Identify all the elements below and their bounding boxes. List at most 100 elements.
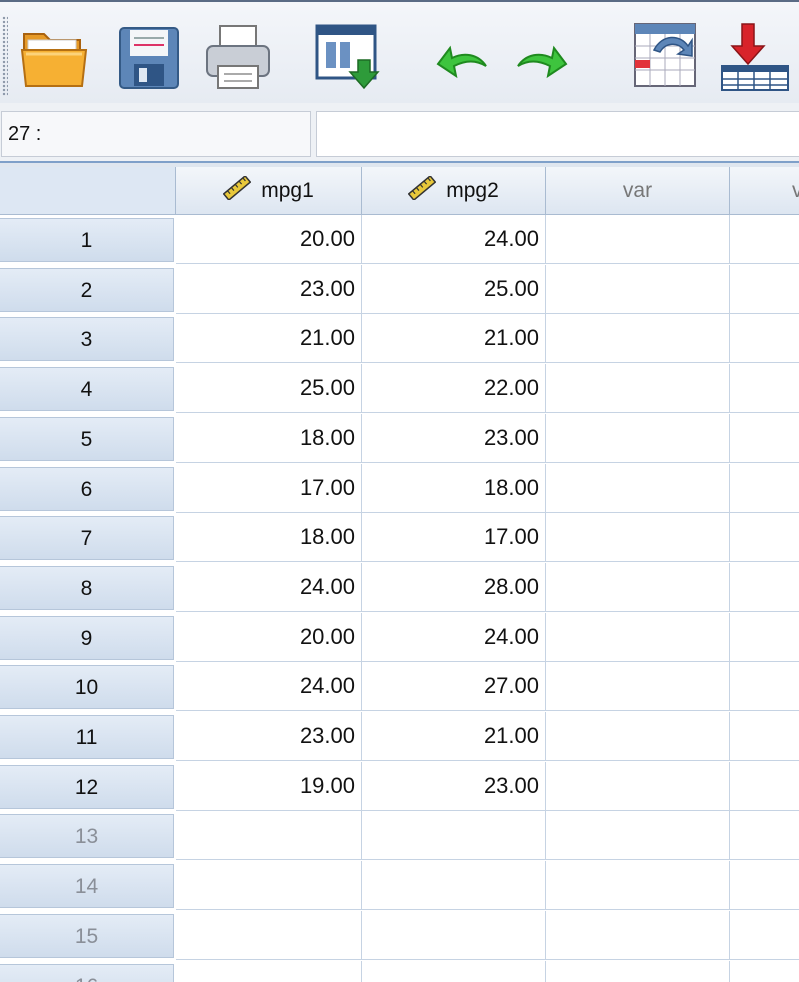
- cell-mpg2[interactable]: 18.00: [362, 464, 546, 513]
- cell-mpg1[interactable]: 23.00: [176, 712, 362, 761]
- row-header[interactable]: 12: [0, 765, 174, 809]
- cell-empty[interactable]: [730, 861, 799, 910]
- data-view-grid: mpg1 mpg2 var v 1 20.00 24.00 2 23.00 25.00 3 2…: [0, 167, 799, 982]
- column-header-var-partial[interactable]: v: [730, 167, 799, 215]
- open-icon: [20, 33, 88, 87]
- cell-mpg1[interactable]: 19.00: [176, 762, 362, 811]
- cell-empty[interactable]: [730, 265, 799, 314]
- cell-empty[interactable]: [546, 961, 730, 982]
- row-header[interactable]: 15: [0, 914, 174, 958]
- row-header[interactable]: 8: [0, 566, 174, 610]
- cell-empty[interactable]: [546, 662, 730, 711]
- cell-reference-box[interactable]: 27 :: [1, 111, 311, 157]
- cell-empty[interactable]: [730, 414, 799, 463]
- cell-mpg1[interactable]: 25.00: [176, 364, 362, 413]
- cell-mpg1[interactable]: [176, 961, 362, 982]
- cell-mpg1[interactable]: 17.00: [176, 464, 362, 513]
- row-header[interactable]: 13: [0, 814, 174, 858]
- cell-mpg2[interactable]: 22.00: [362, 364, 546, 413]
- row-header[interactable]: 1: [0, 218, 174, 262]
- cell-mpg1[interactable]: 24.00: [176, 563, 362, 612]
- goto-case-button[interactable]: [632, 20, 702, 94]
- cell-empty[interactable]: [730, 464, 799, 513]
- recall-dialog-button[interactable]: [314, 20, 384, 94]
- cell-empty[interactable]: [546, 762, 730, 811]
- column-header-mpg1[interactable]: mpg1: [176, 167, 362, 215]
- cell-empty[interactable]: [546, 314, 730, 363]
- cell-mpg2[interactable]: 24.00: [362, 613, 546, 662]
- row-header[interactable]: 9: [0, 616, 174, 660]
- cell-mpg2[interactable]: 21.00: [362, 712, 546, 761]
- cell-empty[interactable]: [546, 513, 730, 562]
- cell-mpg2[interactable]: 17.00: [362, 513, 546, 562]
- cell-empty[interactable]: [546, 464, 730, 513]
- cell-mpg2[interactable]: 24.00: [362, 215, 546, 264]
- cell-mpg1[interactable]: 21.00: [176, 314, 362, 363]
- goto-variable-button[interactable]: [720, 20, 799, 94]
- open-button[interactable]: [18, 20, 98, 94]
- cell-mpg2[interactable]: [362, 811, 546, 860]
- row-header[interactable]: 14: [0, 864, 174, 908]
- row-header[interactable]: 11: [0, 715, 174, 759]
- cell-empty[interactable]: [730, 563, 799, 612]
- cell-mpg1[interactable]: 23.00: [176, 265, 362, 314]
- row-header[interactable]: 4: [0, 367, 174, 411]
- toolbar-grip[interactable]: [2, 16, 8, 96]
- cell-empty[interactable]: [546, 861, 730, 910]
- goto-case-icon: [634, 23, 696, 87]
- save-button[interactable]: [118, 20, 184, 94]
- cell-mpg1[interactable]: 20.00: [176, 215, 362, 264]
- cell-mpg2[interactable]: 25.00: [362, 265, 546, 314]
- cell-empty[interactable]: [730, 613, 799, 662]
- cell-mpg2[interactable]: [362, 911, 546, 960]
- cell-empty[interactable]: [730, 513, 799, 562]
- cell-mpg1[interactable]: 24.00: [176, 662, 362, 711]
- cell-empty[interactable]: [546, 265, 730, 314]
- cell-empty[interactable]: [730, 961, 799, 982]
- row-header[interactable]: 6: [0, 467, 174, 511]
- row-header[interactable]: 5: [0, 417, 174, 461]
- cell-mpg2[interactable]: [362, 861, 546, 910]
- cell-empty[interactable]: [546, 613, 730, 662]
- cell-empty[interactable]: [546, 364, 730, 413]
- column-header-mpg2[interactable]: mpg2: [362, 167, 546, 215]
- cell-mpg1[interactable]: [176, 861, 362, 910]
- cell-empty[interactable]: [730, 811, 799, 860]
- cell-mpg1[interactable]: [176, 911, 362, 960]
- grid-corner[interactable]: [0, 167, 176, 215]
- cell-mpg1[interactable]: [176, 811, 362, 860]
- cell-reference-bar: 27 :: [0, 103, 799, 161]
- cell-empty[interactable]: [546, 712, 730, 761]
- cell-empty[interactable]: [730, 314, 799, 363]
- row-header[interactable]: 2: [0, 268, 174, 312]
- cell-mpg1[interactable]: 18.00: [176, 414, 362, 463]
- cell-mpg2[interactable]: 21.00: [362, 314, 546, 363]
- cell-empty[interactable]: [730, 911, 799, 960]
- column-header-var[interactable]: var: [546, 167, 730, 215]
- print-button[interactable]: [204, 20, 274, 94]
- undo-button[interactable]: [428, 20, 494, 94]
- cell-empty[interactable]: [546, 563, 730, 612]
- cell-empty[interactable]: [730, 662, 799, 711]
- cell-empty[interactable]: [546, 811, 730, 860]
- row-header[interactable]: 16: [0, 964, 174, 982]
- cell-empty[interactable]: [730, 712, 799, 761]
- cell-mpg2[interactable]: 23.00: [362, 762, 546, 811]
- cell-mpg2[interactable]: 23.00: [362, 414, 546, 463]
- row-header[interactable]: 7: [0, 516, 174, 560]
- cell-mpg2[interactable]: 28.00: [362, 563, 546, 612]
- row-header[interactable]: 3: [0, 317, 174, 361]
- cell-empty[interactable]: [546, 414, 730, 463]
- cell-mpg1[interactable]: 18.00: [176, 513, 362, 562]
- cell-empty[interactable]: [730, 762, 799, 811]
- row-header[interactable]: 10: [0, 665, 174, 709]
- cell-mpg2[interactable]: [362, 961, 546, 982]
- cell-value-editor[interactable]: [316, 111, 799, 157]
- redo-button[interactable]: [512, 20, 578, 94]
- cell-empty[interactable]: [730, 215, 799, 264]
- cell-empty[interactable]: [730, 364, 799, 413]
- cell-empty[interactable]: [546, 911, 730, 960]
- cell-empty[interactable]: [546, 215, 730, 264]
- cell-mpg1[interactable]: 20.00: [176, 613, 362, 662]
- cell-mpg2[interactable]: 27.00: [362, 662, 546, 711]
